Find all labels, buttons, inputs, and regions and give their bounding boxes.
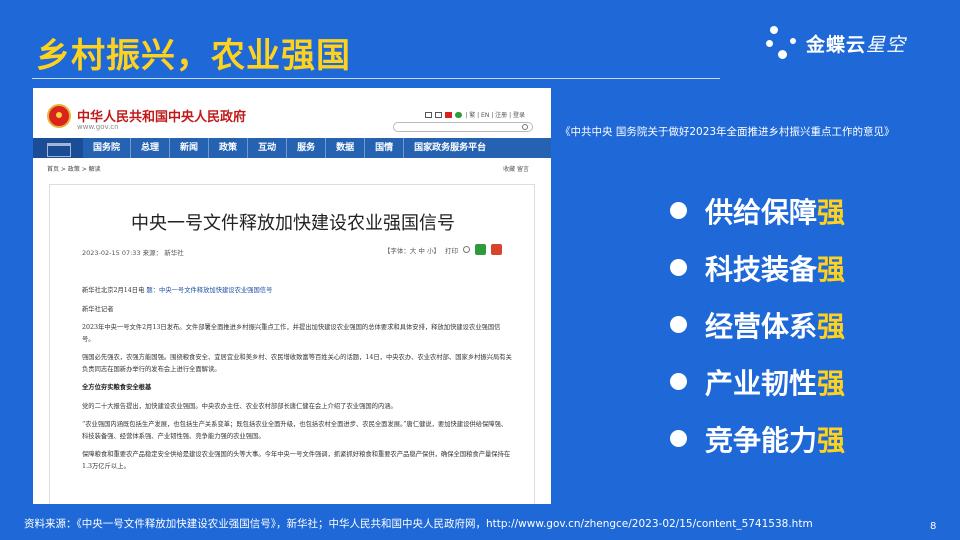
tiananmen-icon: [33, 138, 83, 158]
bullet-text: 产业韧性: [705, 366, 818, 400]
slide-title: 乡村振兴，农业强国: [36, 36, 351, 76]
article-options: 【字体：大 中 小】 打印: [384, 244, 502, 255]
font-size-options: 【字体：大 中 小】: [383, 246, 440, 255]
nav-item-national-info: 国情: [364, 138, 403, 158]
bullet-item: 经营体系强: [670, 296, 845, 353]
article-paragraph: 2023年中央一号文件2月13日发布。文件部署全面推进乡村振兴重点工作，并提出加…: [82, 324, 501, 343]
logo-brand: 金蝶云: [806, 34, 867, 56]
national-emblem-icon: [47, 104, 71, 128]
nav-item-policy: 政策: [208, 138, 247, 158]
title-divider: [32, 78, 720, 79]
gov-article-screenshot: 中华人民共和国中央人民政府 www.gov.cn | 繁 | EN | 注册 |…: [33, 88, 551, 504]
share-icon: [463, 246, 470, 253]
gov-header: 中华人民共和国中央人民政府 www.gov.cn | 繁 | EN | 注册 |…: [33, 88, 551, 138]
gov-nav-bar: 国务院 总理 新闻 政策 互动 服务 数据 国情 国家政务服务平台: [33, 138, 551, 158]
logo-dots-icon: [766, 24, 802, 64]
bullet-list: 供给保障强 科技装备强 经营体系强 产业韧性强 竞争能力强: [670, 182, 845, 467]
bullet-item: 科技装备强: [670, 239, 845, 296]
bullet-dot-icon: [670, 373, 687, 390]
bullet-accent: 强: [817, 309, 846, 343]
footer-source: 资料来源：《中央一号文件释放加快建设农业强国信号》，新华社；中华人民共和国中央人…: [24, 518, 813, 530]
wechat-share-icon: [475, 244, 486, 255]
article-meta: 2023-02-15 07:33 来源： 新华社: [82, 249, 184, 257]
page-number: 8: [930, 521, 937, 532]
mail-icon: [425, 111, 433, 118]
nav-item-premier: 总理: [130, 138, 169, 158]
breadcrumb: 首页 > 政策 > 解读: [47, 166, 101, 173]
bullet-text: 竞争能力: [705, 423, 818, 457]
policy-source-note: 《中共中央 国务院关于做好2023年全面推进乡村振兴重点工作的意见》: [560, 126, 895, 138]
bullet-text: 经营体系: [705, 309, 818, 343]
nav-item-state-council: 国务院: [93, 143, 121, 153]
nav-item-service: 服务: [286, 138, 325, 158]
wechat-icon: [455, 111, 463, 118]
logo-product: 星空: [866, 34, 907, 56]
article-body: 新华社北京2月14日电 题：中央一号文件释放加快建设农业强国信号 新华社记者 2…: [82, 285, 512, 479]
article-reporter: 新华社记者: [82, 305, 114, 313]
bullet-accent: 强: [817, 366, 846, 400]
bullet-item: 竞争能力强: [670, 410, 845, 467]
bullet-dot-icon: [670, 202, 687, 219]
bullet-accent: 强: [817, 195, 846, 229]
bullet-dot-icon: [670, 259, 687, 276]
mobile-icon: [435, 111, 443, 118]
gov-header-tools: | 繁 | EN | 注册 | 登录: [425, 110, 525, 119]
bullet-item: 产业韧性强: [670, 353, 845, 410]
gov-site-url: www.gov.cn: [77, 123, 119, 131]
article-paragraph: “农业强国内涵既包括生产发展，也包括生产关系变革；既包括农业全面升级，也包括农村…: [82, 421, 508, 440]
nav-item-news: 新闻: [169, 138, 208, 158]
article-paragraph: 党的二十大报告提出，加快建设农业强国。中央农办主任、农业农村部部长唐仁健在会上介…: [82, 402, 397, 410]
article-paragraph: 强国必先强农，农强方能国强。围绕粮食安全、宜居宜业和美乡村、农民增收致富等百姓关…: [82, 354, 512, 373]
search-icon: [522, 124, 528, 130]
article-subheading: 全方位夯实粮食安全根基: [82, 384, 152, 391]
kingdee-logo: 金蝶云星空: [766, 22, 936, 66]
header-links: | 繁 | EN | 注册 | 登录: [465, 112, 525, 119]
print-link: 打印: [445, 246, 458, 255]
gov-search-input: [393, 122, 533, 132]
bullet-text: 科技装备: [705, 252, 818, 286]
article-lead-title: 题：中央一号文件释放加快建设农业强国信号: [146, 287, 273, 294]
article-dateline: 新华社北京2月14日电: [82, 287, 145, 294]
bullet-item: 供给保障强: [670, 182, 845, 239]
article-title: 中央一号文件释放加快建设农业强国信号: [131, 213, 455, 234]
bullet-accent: 强: [817, 423, 846, 457]
bullet-dot-icon: [670, 430, 687, 447]
logo-text: 金蝶云星空: [806, 30, 906, 57]
bullet-dot-icon: [670, 316, 687, 333]
nav-item-data: 数据: [325, 138, 364, 158]
weibo-share-icon: [491, 244, 502, 255]
nav-item-interaction: 互动: [247, 138, 286, 158]
article-panel: 中央一号文件释放加快建设农业强国信号 2023-02-15 07:33 来源： …: [49, 184, 535, 504]
article-paragraph: 保障粮食和重要农产品稳定安全供给是建设农业强国的头等大事。今年中央一号文件强调，…: [82, 451, 511, 470]
nav-item-gov-service-platform: 国家政务服务平台: [403, 138, 496, 158]
bullet-accent: 强: [817, 252, 846, 286]
page-tools: 收藏 留言: [503, 166, 529, 173]
article-lead: 新华社北京2月14日电 题：中央一号文件释放加快建设农业强国信号: [82, 285, 512, 297]
bullet-text: 供给保障: [705, 195, 818, 229]
weibo-icon: [445, 111, 453, 118]
